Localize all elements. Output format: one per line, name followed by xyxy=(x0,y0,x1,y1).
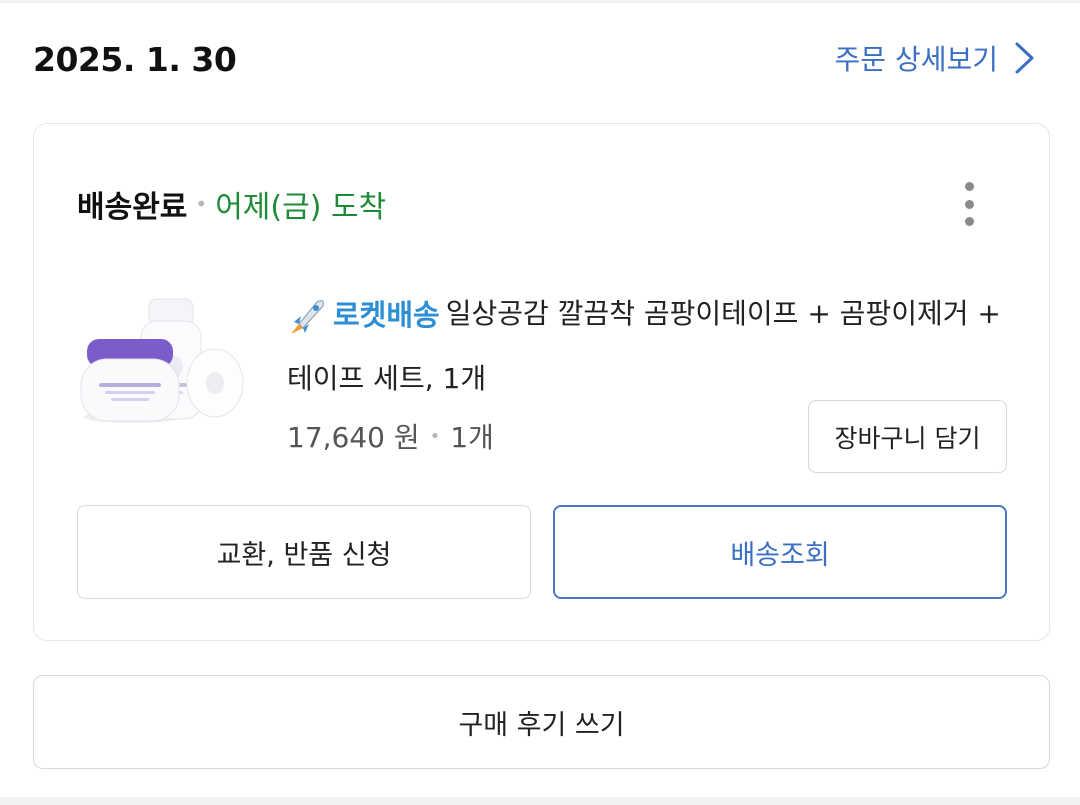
more-vertical-icon[interactable] xyxy=(959,182,979,226)
order-detail-label: 주문 상세보기 xyxy=(834,43,998,76)
separator-dot: • xyxy=(429,425,441,447)
rocket-delivery-badge: 로켓배송 xyxy=(287,283,440,347)
rocket-delivery-label: 로켓배송 xyxy=(333,298,440,332)
top-divider xyxy=(0,0,1080,3)
product-info: 로켓배송 일상공감 깔끔착 곰팡이테이프 + 곰팡이제거 + 테이프 세트, 1… xyxy=(287,282,1017,411)
add-to-cart-button[interactable]: 장바구니 담기 xyxy=(808,400,1007,473)
track-delivery-button[interactable]: 배송조회 xyxy=(553,505,1007,599)
arrival-text: 어제(금) 도착 xyxy=(215,190,387,225)
product-price: 17,640 원 xyxy=(287,421,420,454)
order-detail-link[interactable]: 주문 상세보기 xyxy=(835,38,1036,78)
rocket-icon xyxy=(291,300,324,334)
price-quantity: 17,640 원 • 1개 xyxy=(287,416,494,456)
order-card: 배송완료 • 어제(금) 도착 로켓배송 일상공감 깔끔착 곰팡이테이프 + 곰… xyxy=(33,123,1050,641)
write-review-button[interactable]: 구매 후기 쓰기 xyxy=(33,675,1050,769)
order-date: 2025. 1. 30 xyxy=(33,40,237,79)
product-image[interactable] xyxy=(77,287,245,425)
bottom-divider xyxy=(0,797,1080,805)
chevron-right-icon xyxy=(1015,42,1034,74)
separator-dot: • xyxy=(195,192,208,216)
delivery-status: 배송완료 • 어제(금) 도착 xyxy=(77,182,386,226)
product-title[interactable]: 로켓배송 일상공감 깔끔착 곰팡이테이프 + 곰팡이제거 + 테이프 세트, 1… xyxy=(287,282,1017,411)
exchange-return-button[interactable]: 교환, 반품 신청 xyxy=(77,505,531,599)
status-label: 배송완료 xyxy=(77,190,188,225)
product-quantity: 1개 xyxy=(450,421,494,454)
